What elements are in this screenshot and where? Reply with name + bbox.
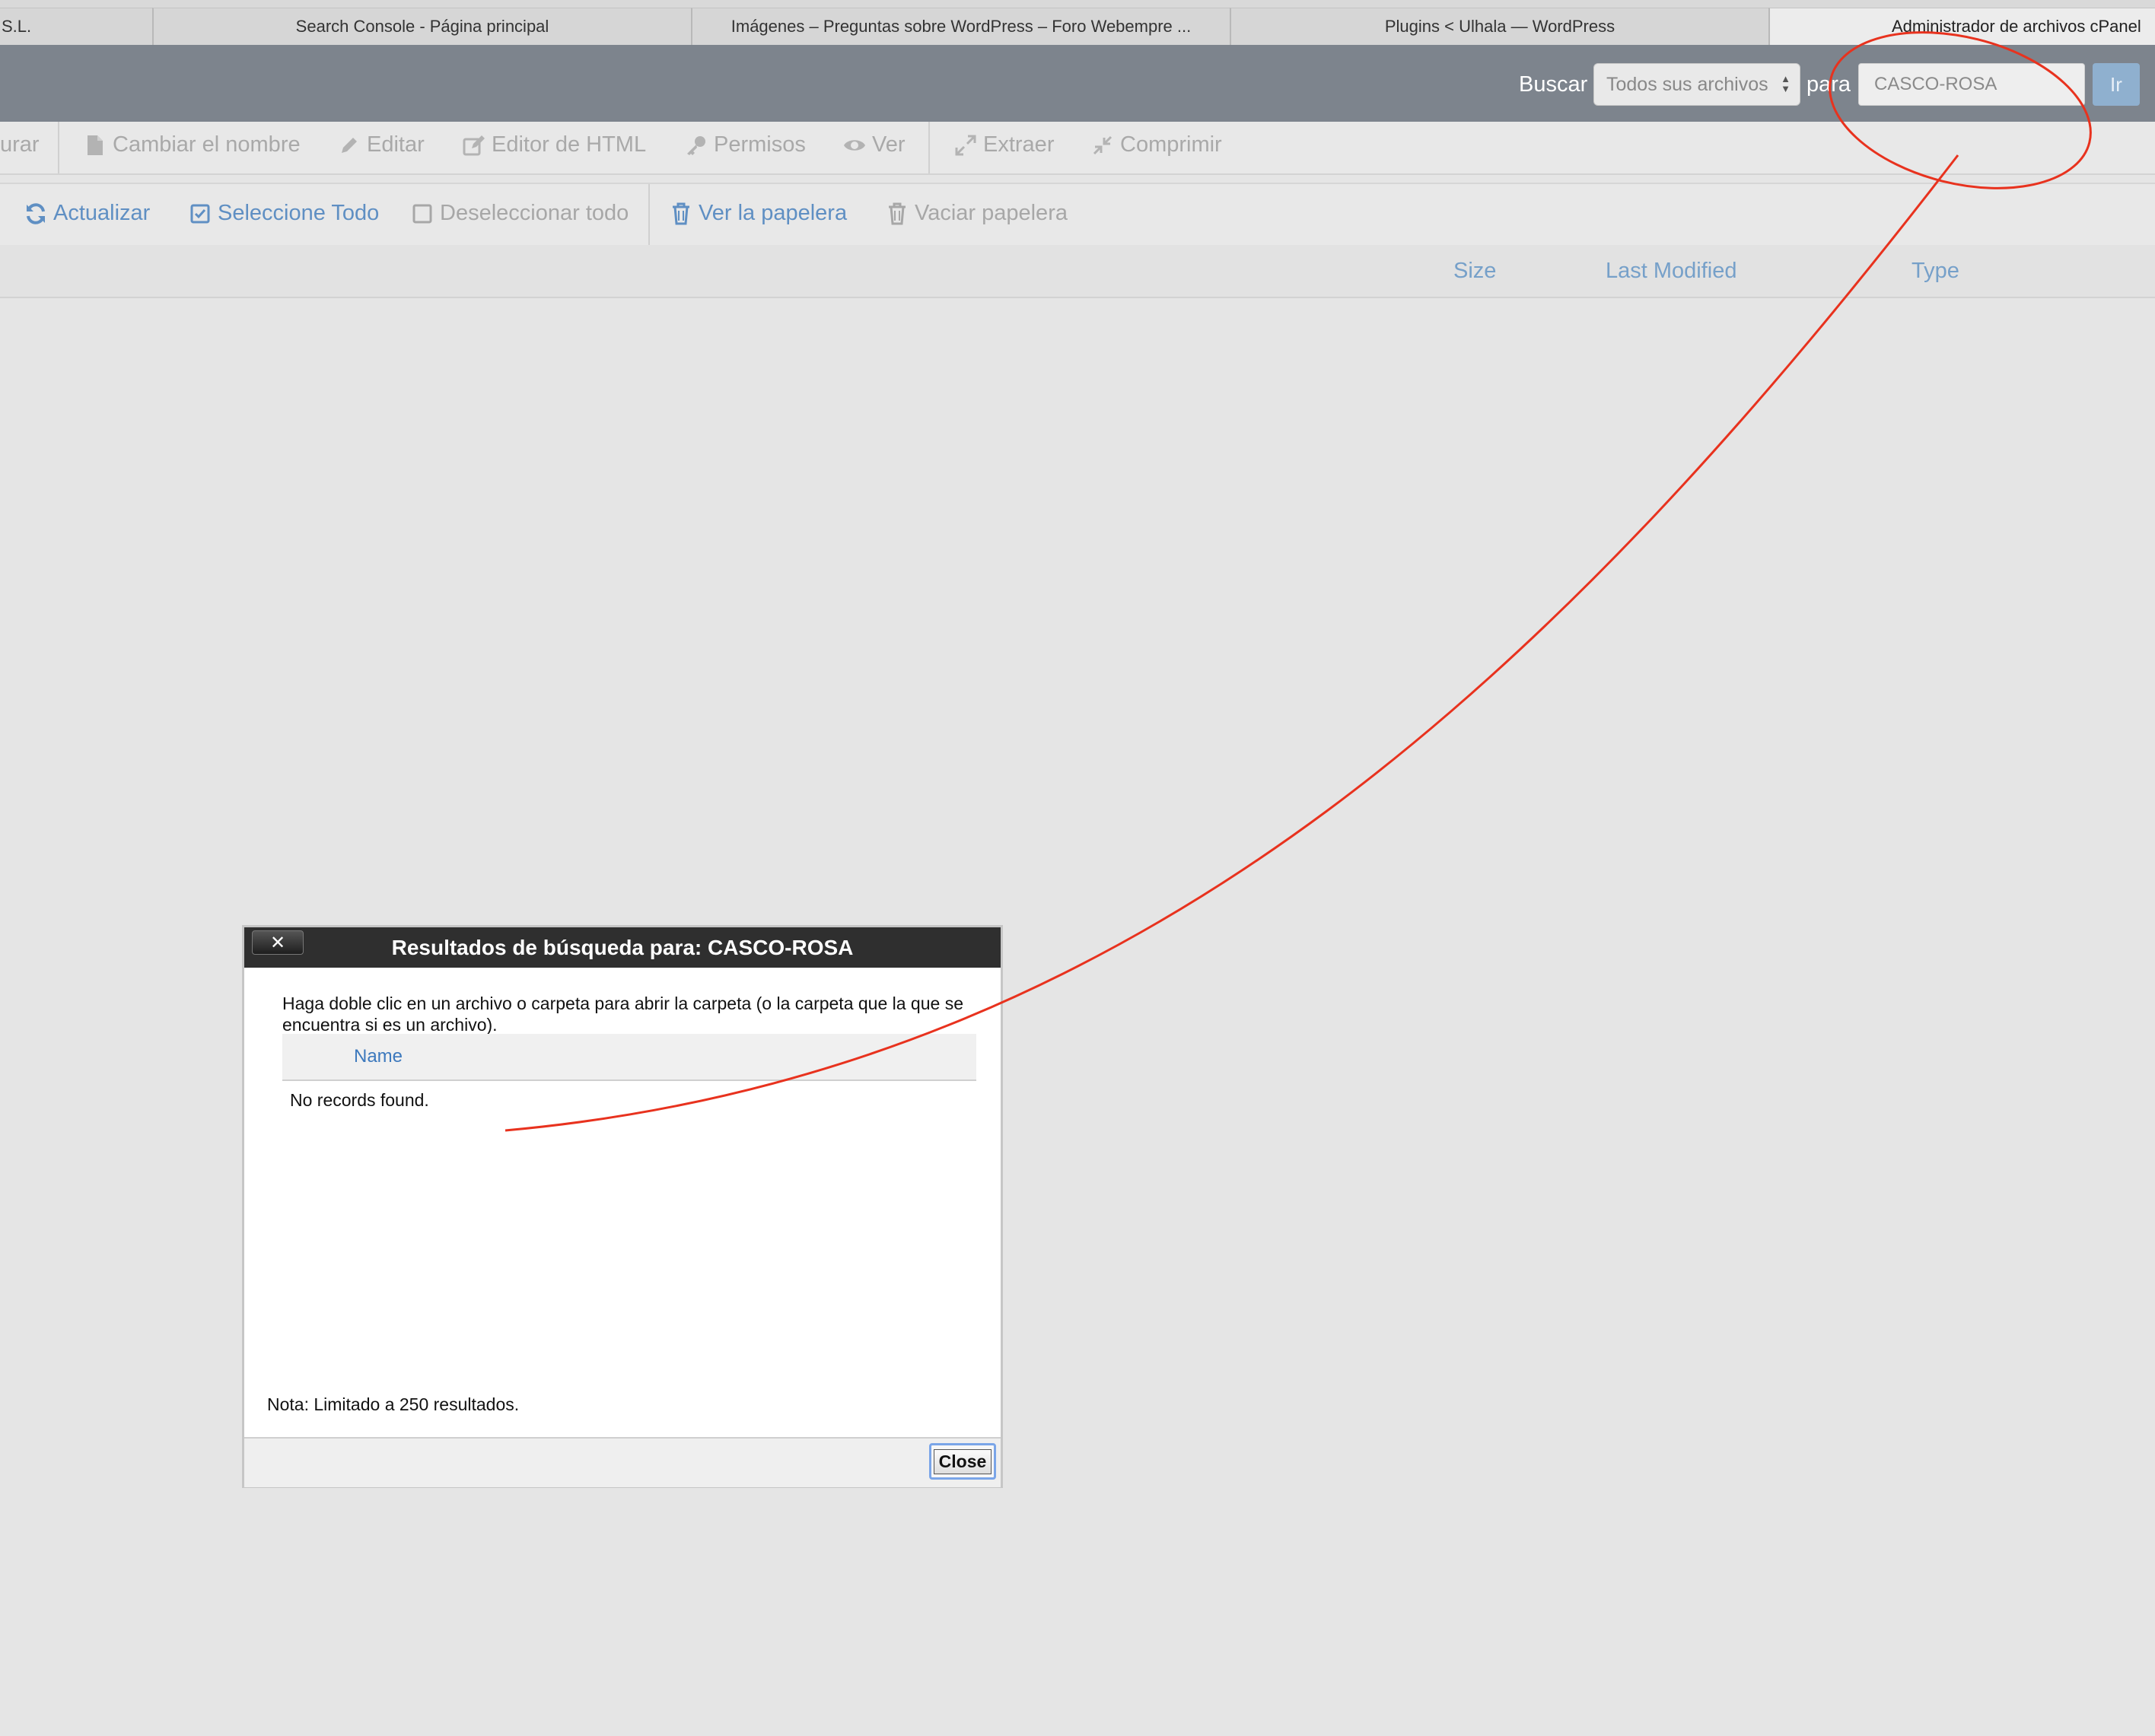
eye-icon xyxy=(843,134,866,157)
browser-tab-active[interactable]: Administrador de archivos cPanel xyxy=(1768,8,2155,45)
toolbar-label: urar xyxy=(0,132,40,157)
checkbox-checked-icon xyxy=(189,202,212,225)
trash-icon xyxy=(670,202,692,225)
view-trash-button[interactable]: Ver la papelera xyxy=(670,201,847,226)
toolbar-divider xyxy=(58,122,59,173)
expand-icon xyxy=(954,134,977,157)
column-type[interactable]: Type xyxy=(1911,259,1959,284)
search-bar: Buscar Todos sus archivos ▲ ▼ para CASCO-… xyxy=(0,45,2155,122)
toolbar-button-compress[interactable]: Comprimir xyxy=(1091,132,1222,157)
refresh-icon xyxy=(24,202,47,225)
no-records-message: No records found. xyxy=(290,1090,429,1110)
toolbar-label: Ver xyxy=(872,132,906,157)
search-scope-select[interactable]: Todos sus archivos ▲ ▼ xyxy=(1593,63,1800,106)
toolbar-label: Cambiar el nombre xyxy=(113,132,301,157)
file-table-header: Size Last Modified Type xyxy=(0,245,2155,298)
select-all-button[interactable]: Seleccione Todo xyxy=(189,201,379,226)
search-results-dialog: Resultados de búsqueda para: CASCO-ROSA … xyxy=(242,925,1003,1488)
browser-tab-bar: S.L. Search Console - Página principal I… xyxy=(0,0,2155,46)
search-go-button[interactable]: Ir xyxy=(2093,63,2140,106)
column-size[interactable]: Size xyxy=(1453,259,1496,284)
dialog-footer: Close xyxy=(244,1437,1001,1487)
close-icon: ✕ xyxy=(269,932,286,953)
browser-tab[interactable]: Search Console - Página principal xyxy=(152,8,691,45)
toolbar-divider xyxy=(648,184,650,245)
dialog-description: Haga doble clic en un archivo o carpeta … xyxy=(282,994,963,1035)
dialog-title-bar: Resultados de búsqueda para: CASCO-ROSA xyxy=(244,927,1001,968)
pencil-icon xyxy=(338,134,361,157)
toolbar-button-edit[interactable]: Editar xyxy=(338,132,425,157)
selection-toolbar: Actualizar Seleccione Todo Deseleccionar… xyxy=(0,183,2155,246)
action-label: Actualizar xyxy=(53,201,151,225)
key-icon xyxy=(685,134,708,157)
browser-tab[interactable]: Imágenes – Preguntas sobre WordPress – F… xyxy=(691,8,1230,45)
browser-tab[interactable]: S.L. xyxy=(0,8,152,45)
toolbar-button-extract[interactable]: Extraer xyxy=(954,132,1054,157)
search-for-label: para xyxy=(1806,72,1851,97)
toolbar-button-view[interactable]: Ver xyxy=(843,132,906,157)
trash-icon xyxy=(886,202,909,225)
select-arrows-icon: ▲ ▼ xyxy=(1781,73,1791,94)
results-limit-note: Nota: Limitado a 250 resultados. xyxy=(267,1394,520,1414)
file-toolbar: urar Cambiar el nombre Editar Editor de … xyxy=(0,122,2155,175)
toolbar-button-html-editor[interactable]: Editor de HTML xyxy=(463,132,646,157)
deselect-all-button[interactable]: Deseleccionar todo xyxy=(411,201,629,226)
toolbar-button-permissions[interactable]: Permisos xyxy=(685,132,806,157)
search-input-value: CASCO-ROSA xyxy=(1874,74,1997,94)
empty-trash-button[interactable]: Vaciar papelera xyxy=(886,201,1068,226)
close-button-label: Close xyxy=(933,1448,992,1474)
dialog-close-button[interactable]: Close xyxy=(929,1443,996,1480)
dialog-title: Resultados de búsqueda para: CASCO-ROSA xyxy=(391,935,854,959)
checkbox-empty-icon xyxy=(411,202,434,225)
toolbar-divider xyxy=(928,122,930,173)
toolbar-button-restore[interactable]: urar xyxy=(0,132,40,157)
edit-icon xyxy=(463,134,485,157)
action-label: Vaciar papelera xyxy=(915,201,1068,225)
results-table-header: Name xyxy=(282,1034,976,1081)
search-input[interactable]: CASCO-ROSA xyxy=(1858,63,2085,106)
search-scope-value: Todos sus archivos xyxy=(1606,73,1768,95)
column-name[interactable]: Name xyxy=(354,1046,403,1067)
toolbar-label: Comprimir xyxy=(1120,132,1222,157)
file-icon xyxy=(84,134,107,157)
toolbar-label: Extraer xyxy=(983,132,1055,157)
compress-icon xyxy=(1091,134,1114,157)
action-label: Deseleccionar todo xyxy=(440,201,629,225)
dialog-close-x-button[interactable]: ✕ xyxy=(252,930,304,955)
toolbar-label: Permisos xyxy=(714,132,806,157)
action-label: Ver la papelera xyxy=(699,201,848,225)
toolbar-label: Editor de HTML xyxy=(492,132,647,157)
search-label: Buscar xyxy=(1519,72,1588,97)
refresh-button[interactable]: Actualizar xyxy=(24,201,150,226)
action-label: Seleccione Todo xyxy=(218,201,380,225)
column-last-modified[interactable]: Last Modified xyxy=(1606,259,1737,284)
toolbar-button-rename[interactable]: Cambiar el nombre xyxy=(84,132,301,157)
browser-tab[interactable]: Plugins < Ulhala — WordPress xyxy=(1230,8,1768,45)
toolbar-label: Editar xyxy=(367,132,425,157)
